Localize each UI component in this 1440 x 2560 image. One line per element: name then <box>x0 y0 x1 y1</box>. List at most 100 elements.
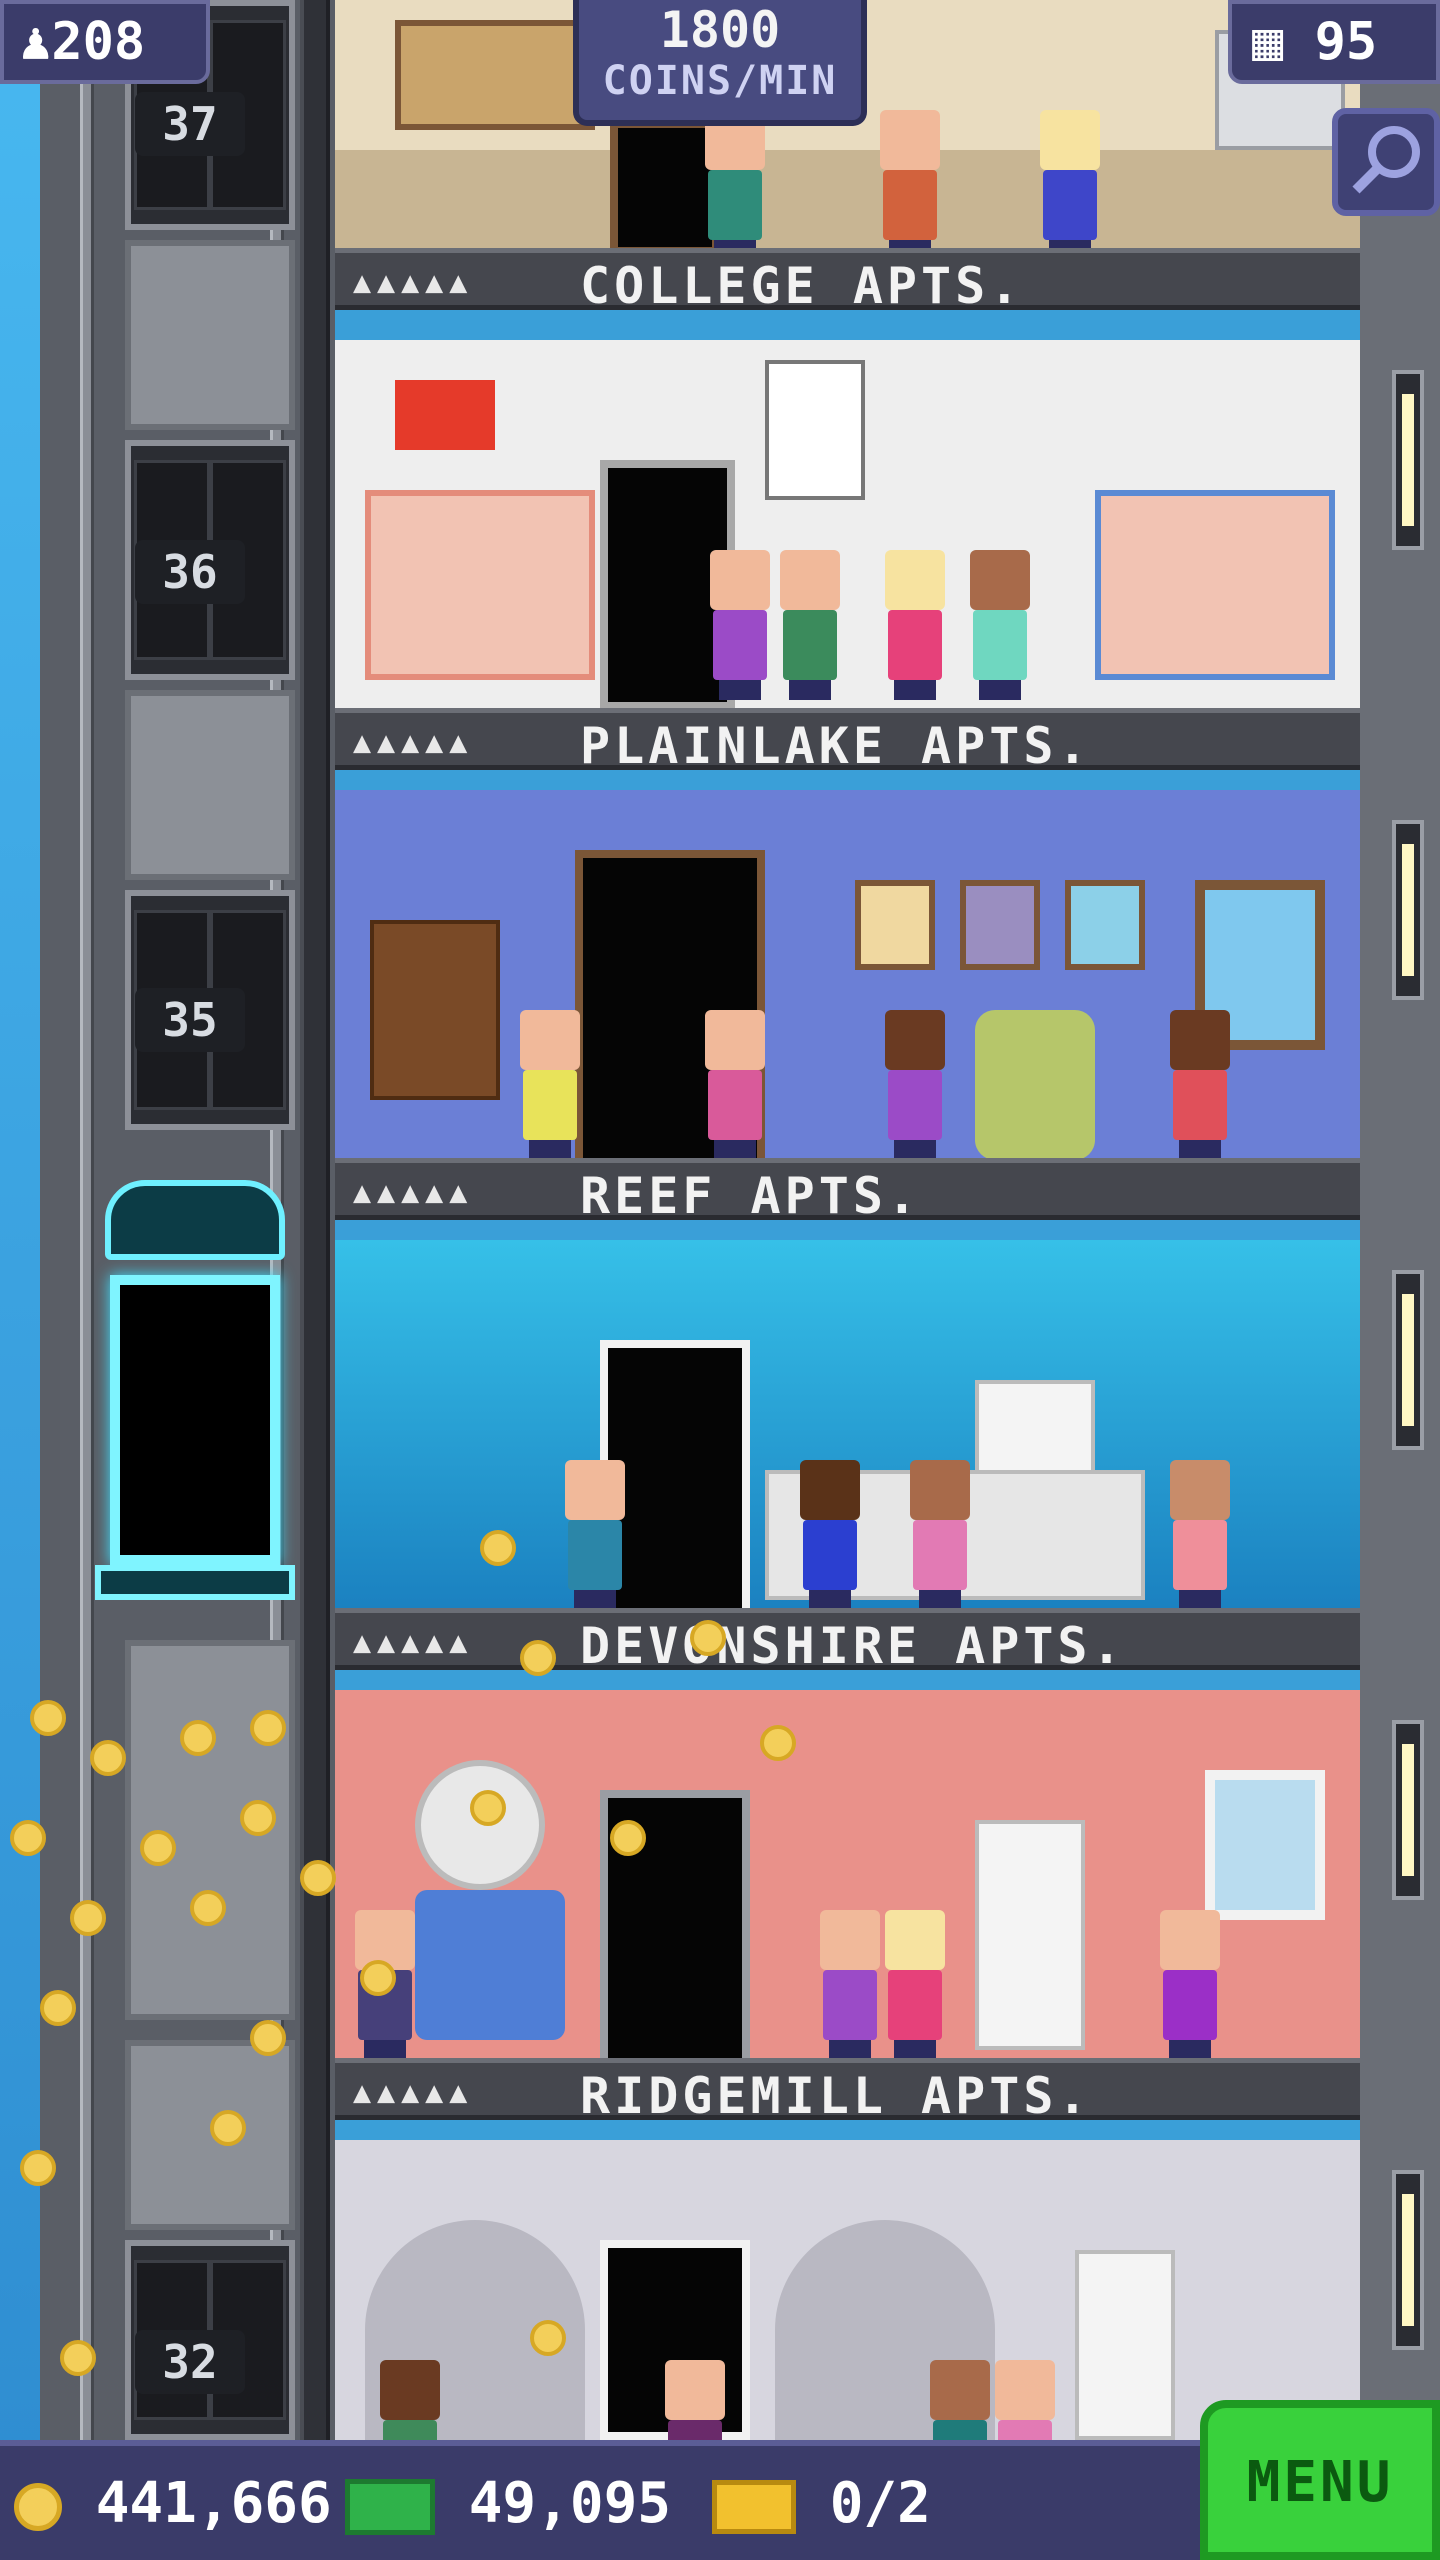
floor-34[interactable]: ▲▲▲▲▲ DEVONSHIRE APTS. <box>335 1210 1360 1675</box>
window <box>1205 1770 1325 1920</box>
shaft-segment <box>125 690 295 880</box>
occupancy-icons: ▲▲▲▲▲ <box>353 265 474 300</box>
shaft-segment <box>125 240 295 430</box>
falling-coin[interactable] <box>60 2340 96 2376</box>
coins-display[interactable]: 441,666 <box>14 2464 332 2544</box>
falling-coin[interactable] <box>20 2150 56 2186</box>
population-counter[interactable]: ♟208 <box>0 0 210 84</box>
bitizen[interactable] <box>1155 1910 1225 2060</box>
bitizen[interactable] <box>875 110 945 255</box>
bitizen[interactable] <box>1035 110 1105 255</box>
picture-frame <box>960 880 1040 970</box>
floor-33[interactable]: ▲▲▲▲▲ RIDGEMILL APTS. <box>335 1660 1360 2125</box>
bitizen[interactable] <box>905 1460 975 1610</box>
floor-label-bar[interactable]: ▲▲▲▲▲ COLLEGE APTS. <box>335 248 1360 315</box>
falling-coin[interactable] <box>520 1640 556 1676</box>
picture-frame <box>855 880 935 970</box>
shaft-segment <box>125 2040 295 2230</box>
coins-rate-value: 1800 <box>659 1 781 59</box>
falling-coin[interactable] <box>760 1725 796 1761</box>
shaft-divider <box>300 0 330 2440</box>
armchair <box>975 1010 1095 1160</box>
floor-number-label: 36 <box>135 540 245 604</box>
poster <box>765 360 865 500</box>
falling-coin[interactable] <box>480 1530 516 1566</box>
tickets-value: 0/2 <box>829 2471 931 2536</box>
falling-coin[interactable] <box>690 1620 726 1656</box>
floor-number-label: 35 <box>135 988 245 1052</box>
floor-36[interactable]: ▲▲▲▲▲ PLAINLAKE APTS. <box>335 310 1360 775</box>
falling-coin[interactable] <box>610 1820 646 1856</box>
falling-coin[interactable] <box>210 2110 246 2146</box>
falling-coin[interactable] <box>70 1900 106 1936</box>
floor-name: COLLEGE APTS. <box>580 257 1024 315</box>
vip-elevator-base <box>95 1565 295 1600</box>
falling-coin[interactable] <box>90 1740 126 1776</box>
bitizen[interactable] <box>560 1460 630 1610</box>
falling-coin[interactable] <box>470 1790 506 1826</box>
population-value: 208 <box>51 12 146 72</box>
falling-coin[interactable] <box>240 1800 276 1836</box>
tower-right-wall <box>1360 0 1440 2440</box>
occupancy-icons: ▲▲▲▲▲ <box>353 1175 474 1210</box>
room-interior <box>335 340 1360 720</box>
floor-32[interactable] <box>335 2110 1360 2440</box>
falling-coin[interactable] <box>250 2020 286 2056</box>
falling-coin[interactable] <box>190 1890 226 1926</box>
floor-number-label: 32 <box>135 2330 245 2394</box>
bitizen[interactable] <box>880 550 950 700</box>
tower-window <box>1392 820 1424 1000</box>
falling-coin[interactable] <box>360 1960 396 1996</box>
coins-rate-panel[interactable]: 1800 COINS/MIN <box>573 0 867 126</box>
search-button[interactable] <box>1332 108 1440 216</box>
bitizen[interactable] <box>1165 1460 1235 1610</box>
sofa <box>415 1890 565 2040</box>
falling-coin[interactable] <box>250 1710 286 1746</box>
bitizen[interactable] <box>795 1460 865 1610</box>
bookshelf <box>370 920 500 1100</box>
bitizen[interactable] <box>660 2360 730 2440</box>
room-interior <box>335 1690 1360 2070</box>
falling-coin[interactable] <box>180 1720 216 1756</box>
bitizen[interactable] <box>965 550 1035 700</box>
tower-window <box>1392 370 1424 550</box>
floors-count-value: 95 <box>1314 12 1378 72</box>
bitizen[interactable] <box>880 1010 950 1160</box>
bitizen[interactable] <box>515 1010 585 1160</box>
pennant <box>395 380 495 450</box>
floor-35[interactable]: ▲▲▲▲▲ REEF APTS. <box>335 760 1360 1225</box>
tickets-display[interactable]: 0/2 <box>712 2464 931 2544</box>
bux-value: 49,095 <box>468 2471 672 2536</box>
coins-value: 441,666 <box>95 2471 332 2536</box>
bitizen[interactable] <box>700 1010 770 1160</box>
room-interior <box>335 2140 1360 2440</box>
bux-display[interactable]: 49,095 <box>345 2464 671 2544</box>
window-panel <box>395 20 595 130</box>
bitizen[interactable] <box>925 2360 995 2440</box>
menu-button[interactable]: MENU <box>1200 2400 1440 2560</box>
bitizen[interactable] <box>815 1910 885 2060</box>
bitizen[interactable] <box>705 550 775 700</box>
coins-rate-unit: COINS/MIN <box>602 58 838 104</box>
bunk-desk <box>1095 490 1335 680</box>
picture-frame <box>1065 880 1145 970</box>
bitizen[interactable] <box>775 550 845 700</box>
vip-elevator-cab[interactable] <box>95 1180 295 1610</box>
fridge <box>1075 2250 1175 2440</box>
falling-coin[interactable] <box>30 1700 66 1736</box>
falling-coin[interactable] <box>10 1820 46 1856</box>
room-interior <box>335 790 1360 1170</box>
bitizen[interactable] <box>375 2360 445 2440</box>
bitizen[interactable] <box>1165 1010 1235 1160</box>
bitizen[interactable] <box>700 110 770 255</box>
occupancy-icons: ▲▲▲▲▲ <box>353 1625 474 1660</box>
building-icon: ▦ <box>1252 12 1284 72</box>
falling-coin[interactable] <box>530 2320 566 2356</box>
falling-coin[interactable] <box>300 1860 336 1896</box>
bitizen[interactable] <box>880 1910 950 2060</box>
falling-coin[interactable] <box>140 1830 176 1866</box>
floors-counter[interactable]: ▦ 95 <box>1228 0 1440 84</box>
falling-coin[interactable] <box>40 1990 76 2026</box>
tower-window <box>1392 1270 1424 1450</box>
bitizen[interactable] <box>990 2360 1060 2440</box>
